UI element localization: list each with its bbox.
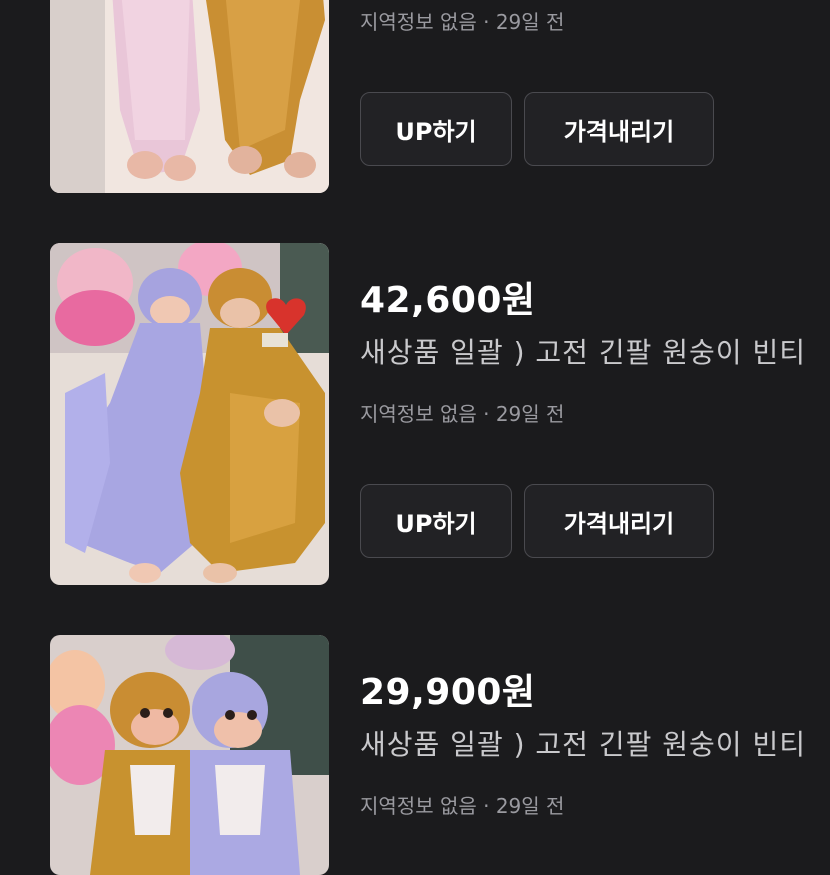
monkey-plush-image bbox=[50, 0, 329, 193]
price-down-button[interactable]: 가격내리기 bbox=[524, 92, 714, 166]
listing-item[interactable]: 29,900원 새상품 일괄 ) 고전 긴팔 원숭이 빈티 지역정보 없음 · … bbox=[0, 635, 830, 875]
product-thumbnail[interactable] bbox=[50, 0, 329, 193]
listing-meta: 지역정보 없음 · 29일 전 bbox=[360, 10, 565, 34]
price-down-button[interactable]: 가격내리기 bbox=[524, 484, 714, 558]
listing-item[interactable]: 42,600원 새상품 일괄 ) 고전 긴팔 원숭이 빈티 지역정보 없음 · … bbox=[0, 243, 830, 588]
listing-title[interactable]: 새상품 일괄 ) 고전 긴팔 원숭이 빈티 bbox=[360, 723, 830, 763]
monkey-plush-image bbox=[50, 635, 329, 875]
product-thumbnail[interactable] bbox=[50, 635, 329, 875]
listing-title[interactable]: 새상품 일괄 ) 고전 긴팔 원숭이 빈티 bbox=[360, 331, 830, 371]
listing-item[interactable]: 지역정보 없음 · 29일 전 UP하기 가격내리기 bbox=[0, 0, 830, 200]
listing-meta: 지역정보 없음 · 29일 전 bbox=[360, 794, 565, 818]
monkey-plush-image bbox=[50, 243, 329, 585]
listing-price: 42,600원 bbox=[360, 280, 536, 321]
product-thumbnail[interactable] bbox=[50, 243, 329, 585]
up-button[interactable]: UP하기 bbox=[360, 484, 512, 558]
listing-price: 29,900원 bbox=[360, 672, 536, 713]
listing-meta: 지역정보 없음 · 29일 전 bbox=[360, 402, 565, 426]
up-button[interactable]: UP하기 bbox=[360, 92, 512, 166]
